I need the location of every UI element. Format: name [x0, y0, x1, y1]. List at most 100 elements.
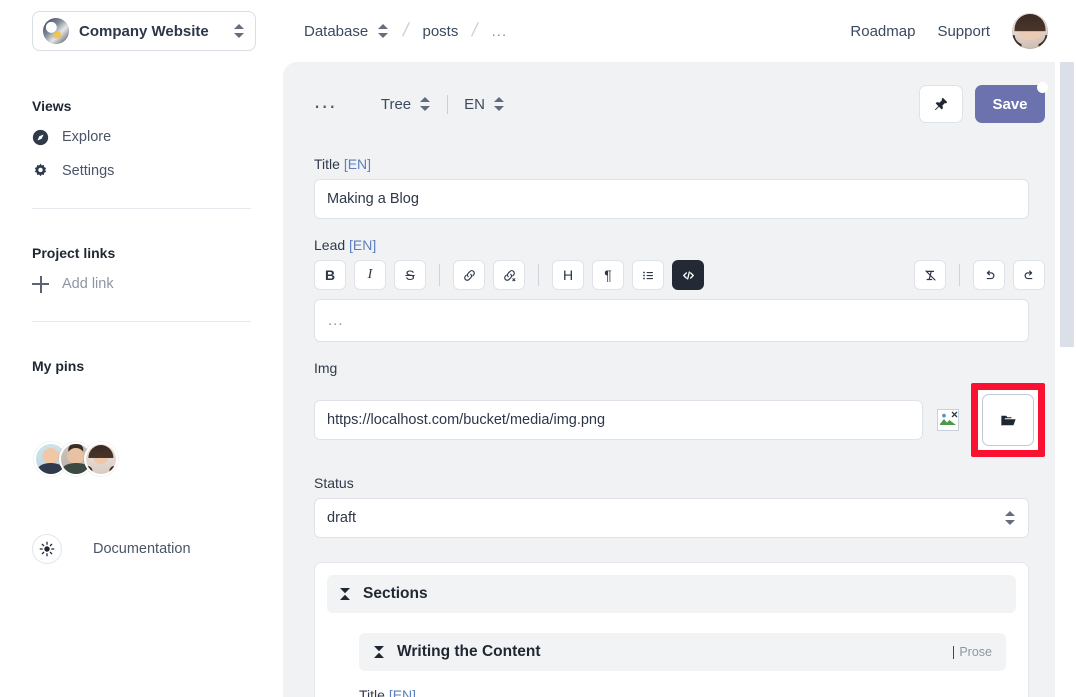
unlink-button[interactable]: [493, 260, 525, 290]
top-bar: Company Website Database / posts / ... R…: [0, 0, 1076, 62]
sidebar-label-add-link: Add link: [62, 276, 114, 292]
sidebar-label-settings: Settings: [62, 163, 115, 179]
sidebar-item-explore[interactable]: Explore: [32, 120, 251, 154]
unlink-icon: [503, 269, 515, 281]
lead-label-text: Lead: [314, 237, 346, 253]
sections-header[interactable]: Sections: [327, 575, 1016, 613]
broken-image-icon: [937, 409, 959, 431]
sidebar-item-add-link[interactable]: Add link: [32, 267, 251, 301]
rich-text-toolbar-right: [914, 260, 1045, 290]
sidebar-heading-views: Views: [32, 98, 72, 114]
status-field-label: Status: [314, 475, 354, 491]
top-bar-actions: Roadmap Support: [850, 13, 1048, 49]
section-title-field-label: Title [EN]: [359, 687, 1006, 697]
editor-panel: ... Tree EN Save Title [EN] Making a Blo…: [283, 62, 1076, 697]
browse-button-highlight: [971, 383, 1045, 457]
project-switcher[interactable]: Company Website: [32, 11, 256, 51]
language-label: EN: [464, 95, 485, 113]
lead-lang-tag: [EN]: [345, 237, 377, 253]
bold-button[interactable]: B: [314, 260, 346, 290]
updown-chevron-icon: [493, 95, 505, 113]
documentation-link[interactable]: Documentation: [32, 534, 251, 564]
browse-files-button[interactable]: [982, 394, 1034, 446]
section-item-header[interactable]: Writing the Content Prose: [359, 633, 1006, 671]
redo-button[interactable]: [1013, 260, 1045, 290]
paragraph-button[interactable]: ¶: [592, 260, 624, 290]
sidebar-heading-my-pins: My pins: [32, 358, 85, 374]
updown-chevron-icon: [233, 22, 245, 40]
rich-text-toolbar: B I S H ¶: [314, 260, 1045, 290]
editor-toolbar-actions: Save: [919, 82, 1048, 123]
sidebar-item-settings[interactable]: Settings: [32, 154, 251, 188]
editor-more-button[interactable]: ...: [314, 90, 337, 118]
clear-formatting-button[interactable]: [914, 260, 946, 290]
title-field-label: Title [EN]: [314, 156, 1045, 172]
bullet-list-button[interactable]: [632, 260, 664, 290]
sun-icon: [32, 534, 62, 564]
save-button-label: Save: [992, 95, 1028, 113]
redo-icon: [1024, 269, 1032, 279]
undo-icon: [986, 269, 994, 279]
member-avatar-3[interactable]: [84, 442, 118, 476]
breadcrumb-separator: /: [470, 20, 480, 41]
breadcrumb-item-posts[interactable]: posts: [423, 23, 459, 40]
updown-chevron-icon: [377, 22, 389, 40]
title-input[interactable]: [314, 179, 1029, 219]
gear-icon: [32, 163, 49, 180]
section-title-field: Title [EN]: [359, 687, 1006, 697]
lead-editor-body[interactable]: ...: [314, 299, 1029, 342]
sidebar: Views Explore Settings Project links Add…: [0, 62, 283, 697]
sections-title: Sections: [363, 585, 428, 602]
img-field-label: Img: [314, 360, 338, 376]
link-button[interactable]: [453, 260, 485, 290]
unsaved-changes-badge: [1037, 82, 1048, 93]
updown-chevron-icon: [1004, 509, 1016, 527]
user-avatar[interactable]: [1012, 13, 1048, 49]
breadcrumb-item-database[interactable]: Database: [304, 22, 389, 40]
lead-field-label: Lead [EN]: [314, 237, 1045, 253]
section-type-label: Prose: [959, 645, 992, 659]
language-selector[interactable]: EN: [464, 95, 505, 113]
project-avatar-icon: [43, 18, 69, 44]
italic-button[interactable]: I: [354, 260, 386, 290]
code-button[interactable]: [672, 260, 704, 290]
status-value: draft: [327, 510, 357, 526]
main-scrollbar-track[interactable]: [1055, 62, 1076, 697]
img-field-row: [314, 383, 1045, 457]
status-select[interactable]: draft: [314, 498, 1029, 538]
sidebar-divider: [32, 208, 251, 209]
section-type-badge: Prose: [953, 645, 992, 659]
title-lang-tag: [EN]: [339, 156, 372, 172]
section-title-lang-tag: [EN]: [384, 687, 417, 697]
roadmap-link[interactable]: Roadmap: [850, 23, 915, 40]
heading-button[interactable]: H: [552, 260, 584, 290]
strikethrough-button[interactable]: S: [394, 260, 426, 290]
documentation-label: Documentation: [93, 541, 191, 557]
link-icon: [463, 269, 475, 281]
lead-editor-content: ...: [328, 312, 344, 329]
bullet-list-icon: [642, 271, 653, 279]
undo-button[interactable]: [973, 260, 1005, 290]
toolbar-divider: [959, 264, 960, 286]
sidebar-divider: [32, 321, 251, 322]
code-icon: [682, 270, 694, 280]
breadcrumb: Database / posts / ...: [304, 20, 507, 42]
project-name: Company Website: [79, 22, 209, 40]
breadcrumb-item-more[interactable]: ...: [492, 23, 508, 40]
section-title-label-text: Title: [359, 687, 385, 697]
support-link[interactable]: Support: [937, 23, 990, 40]
badge-divider: [953, 645, 955, 659]
breadcrumb-label-database: Database: [304, 22, 369, 40]
sidebar-label-explore: Explore: [62, 129, 112, 145]
view-mode-selector[interactable]: Tree: [381, 95, 431, 113]
folder-icon: [1000, 415, 1016, 425]
save-button[interactable]: Save: [975, 82, 1048, 123]
sidebar-heading-project-links: Project links: [32, 245, 116, 261]
sections-card: Sections Writing the Content Prose Title…: [314, 562, 1029, 697]
breadcrumb-separator: /: [401, 20, 411, 41]
toolbar-divider: [538, 264, 539, 286]
collapse-icon: [339, 587, 351, 601]
img-url-input[interactable]: [314, 400, 923, 440]
main-scrollbar-thumb[interactable]: [1060, 62, 1074, 347]
pin-button[interactable]: [919, 85, 963, 123]
